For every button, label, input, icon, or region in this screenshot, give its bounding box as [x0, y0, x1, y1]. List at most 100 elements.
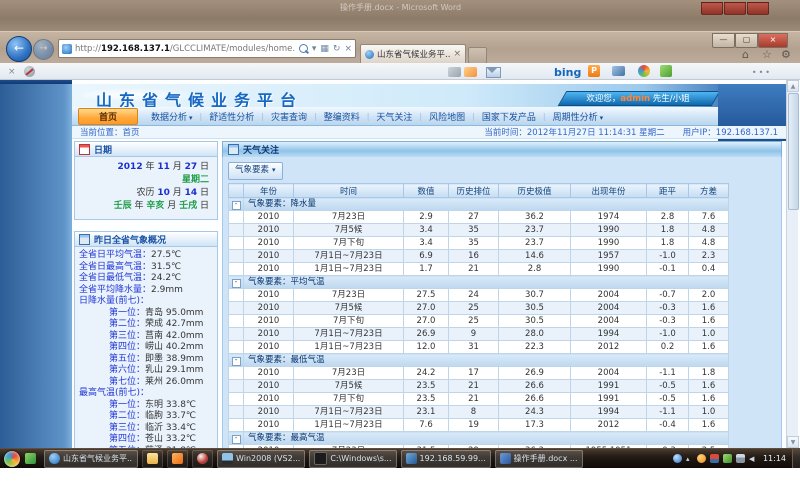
- page-icon: [62, 44, 72, 54]
- bg-close-button[interactable]: [747, 2, 769, 15]
- table-row[interactable]: 20107月下旬27.02530.52004-0.31.6: [229, 315, 729, 328]
- mail-icon[interactable]: [486, 67, 501, 81]
- bg-maximize-button[interactable]: [724, 2, 746, 15]
- menu-item[interactable]: 数据分析▾: [144, 110, 200, 123]
- close-toolbar-icon[interactable]: ×: [8, 67, 16, 77]
- qq-tray-icon[interactable]: [697, 454, 706, 463]
- menu-item[interactable]: 风险地图: [422, 110, 472, 123]
- refresh-icon[interactable]: ↻: [333, 44, 341, 54]
- main-panel-body: 气象要素▾ 年份时间数值历史排位历史极值出现年份距平方差 -气象要素：降水量20…: [222, 157, 782, 448]
- table-row[interactable]: 20107月5候23.52126.61991-0.51.6: [229, 380, 729, 393]
- screenshot-icon[interactable]: [612, 66, 625, 76]
- background-window-title: 操作手册.docx - Microsoft Word: [340, 2, 461, 13]
- maximize-button[interactable]: ▢: [735, 33, 758, 48]
- forward-button[interactable]: →: [33, 39, 54, 60]
- taskbar-button-monitor[interactable]: Win2008 (VS2...: [217, 450, 305, 468]
- table-row[interactable]: 20101月1日~7月23日12.03122.320120.21.6: [229, 341, 729, 354]
- table-row[interactable]: 20107月23日24.21726.92004-1.11.8: [229, 367, 729, 380]
- close-button[interactable]: ×: [758, 33, 788, 48]
- taskbar-button-folder[interactable]: [142, 450, 163, 468]
- address-bar[interactable]: http://192.168.137.1/GLCCLIMATE/modules/…: [58, 39, 356, 58]
- table-row[interactable]: 20107月5候27.02530.52004-0.31.6: [229, 302, 729, 315]
- menu-item[interactable]: 灾害查询: [264, 110, 314, 123]
- table-row[interactable]: 20107月1日~7月23日23.1824.31994-1.11.0: [229, 406, 729, 419]
- blue-orb-tray-icon[interactable]: [673, 454, 682, 463]
- table-row[interactable]: 20107月23日27.52430.72004-0.72.0: [229, 289, 729, 302]
- welcome-ribbon: 欢迎您，admin 先生/小姐: [562, 91, 714, 104]
- taskbar-mini-icon[interactable]: [25, 453, 36, 464]
- addon-toolbar: × bing P •••: [0, 63, 800, 80]
- page-viewport: 山东省气候业务平台 欢迎您，admin 先生/小姐 首页数据分析▾|舒适性分析|…: [0, 80, 800, 448]
- taskbar-button-orange[interactable]: [167, 450, 188, 468]
- green-tray-icon[interactable]: [723, 454, 732, 463]
- taskbar-button-ie[interactable]: 山东省气候业务平...: [44, 450, 138, 468]
- date-panel-title: 日期: [94, 143, 112, 156]
- cards-icon[interactable]: [448, 67, 480, 80]
- table-row[interactable]: 20107月23日2.92736.219742.87.6: [229, 211, 729, 224]
- flag-tray-icon[interactable]: [710, 454, 719, 463]
- tab-title: 山东省气候业务平...: [377, 48, 450, 60]
- search-icon[interactable]: [299, 44, 308, 53]
- start-button[interactable]: [4, 451, 20, 467]
- menu-item[interactable]: 国家下发产品: [475, 110, 543, 123]
- favorites-star-icon[interactable]: ☆: [762, 48, 772, 61]
- taskbar-button-cmd[interactable]: C:\Windows\s...: [309, 450, 396, 468]
- more-options-icon[interactable]: •••: [752, 68, 772, 77]
- window-controls: — ▢ ×: [712, 33, 788, 48]
- tray-icons: [673, 454, 761, 463]
- bing-logo[interactable]: bing: [554, 66, 581, 79]
- table-row[interactable]: 20107月下旬23.52126.61991-0.51.6: [229, 393, 729, 406]
- taskbar: 山东省气候业务平... Win2008 (VS2...C:\Windows\s..…: [0, 448, 800, 468]
- table-header-row: 年份时间数值历史排位历史极值出现年份距平方差: [229, 184, 729, 198]
- tools-gear-icon[interactable]: ⚙: [781, 48, 791, 61]
- collapse-toggle-icon[interactable]: -: [232, 435, 241, 444]
- paw-icon[interactable]: [638, 65, 650, 77]
- scroll-down-icon[interactable]: ▼: [787, 436, 799, 448]
- compatibility-icon[interactable]: ▦: [320, 44, 329, 54]
- collapse-toggle-icon[interactable]: -: [232, 357, 241, 366]
- page-content: 山东省气候业务平台 欢迎您，admin 先生/小姐 首页数据分析▾|舒适性分析|…: [72, 80, 786, 448]
- list-icon: [79, 234, 90, 245]
- show-desktop-button[interactable]: [792, 449, 800, 469]
- table-row[interactable]: 20107月5候3.43523.719901.84.8: [229, 224, 729, 237]
- tab-close-icon[interactable]: ×: [453, 49, 461, 59]
- menu-item[interactable]: 天气关注: [369, 110, 419, 123]
- pinyin-icon[interactable]: P: [588, 65, 600, 77]
- stop-icon[interactable]: ×: [344, 44, 352, 54]
- table-row[interactable]: 20101月1日~7月23日7.61917.32012-0.41.6: [229, 419, 729, 432]
- plugin-icon[interactable]: [660, 65, 672, 77]
- table-row[interactable]: 20101月1日~7月23日1.7212.81990-0.10.4: [229, 263, 729, 276]
- table-row[interactable]: 20107月下旬3.43523.719901.84.8: [229, 237, 729, 250]
- table-row[interactable]: 20107月1日~7月23日6.91614.61957-1.02.3: [229, 250, 729, 263]
- hidden-icons-tray-icon[interactable]: [686, 454, 693, 463]
- search-dropdown-icon[interactable]: ▾: [312, 44, 317, 54]
- status-bar: 当前位置：首页 当前时间：2012年11月27日 11:14:31 星期二 用户…: [72, 126, 786, 139]
- url-text[interactable]: http://192.168.137.1/GLCCLIMATE/modules/…: [75, 44, 295, 54]
- back-button[interactable]: ←: [6, 36, 32, 62]
- scroll-up-icon[interactable]: ▲: [787, 80, 799, 92]
- network-tray-icon[interactable]: [736, 454, 745, 463]
- home-icon[interactable]: ⌂: [742, 48, 749, 61]
- table-row[interactable]: 20107月1日~7月23日26.9928.01994-1.01.0: [229, 328, 729, 341]
- taskbar-button-rdp[interactable]: 192.168.59.99...: [401, 450, 491, 468]
- collapse-toggle-icon[interactable]: -: [232, 201, 241, 210]
- menu-item[interactable]: 周期性分析▾: [546, 110, 611, 123]
- browser-tab[interactable]: 山东省气候业务平... ×: [360, 44, 466, 63]
- summary-panel: 昨日全省气象概况 全省日平均气温：27.5℃全省日最高气温：31.5℃全省日最低…: [74, 231, 218, 448]
- taskbar-button-word[interactable]: 操作手册.docx ...: [495, 450, 583, 468]
- vertical-scrollbar[interactable]: ▲ ▼: [786, 80, 798, 448]
- minimize-button[interactable]: —: [712, 33, 735, 48]
- menu-item[interactable]: 首页: [78, 108, 138, 125]
- section-label: 日降水量(前七)：: [79, 296, 215, 308]
- new-tab-button[interactable]: [468, 47, 487, 64]
- blocked-content-icon[interactable]: [24, 66, 35, 77]
- collapse-toggle-icon[interactable]: -: [232, 279, 241, 288]
- sidebar: 日期 2012 年 11 月 27 日星期二农历 10 月 14 日壬辰 年 辛…: [74, 141, 218, 448]
- menu-item[interactable]: 整编资料: [317, 110, 367, 123]
- scrollbar-thumb[interactable]: [788, 93, 799, 210]
- menu-item[interactable]: 舒适性分析: [202, 110, 261, 123]
- bg-minimize-button[interactable]: [701, 2, 723, 15]
- element-filter-button[interactable]: 气象要素▾: [228, 162, 283, 180]
- taskbar-button-media[interactable]: [192, 450, 213, 468]
- speaker-tray-icon[interactable]: [749, 454, 757, 463]
